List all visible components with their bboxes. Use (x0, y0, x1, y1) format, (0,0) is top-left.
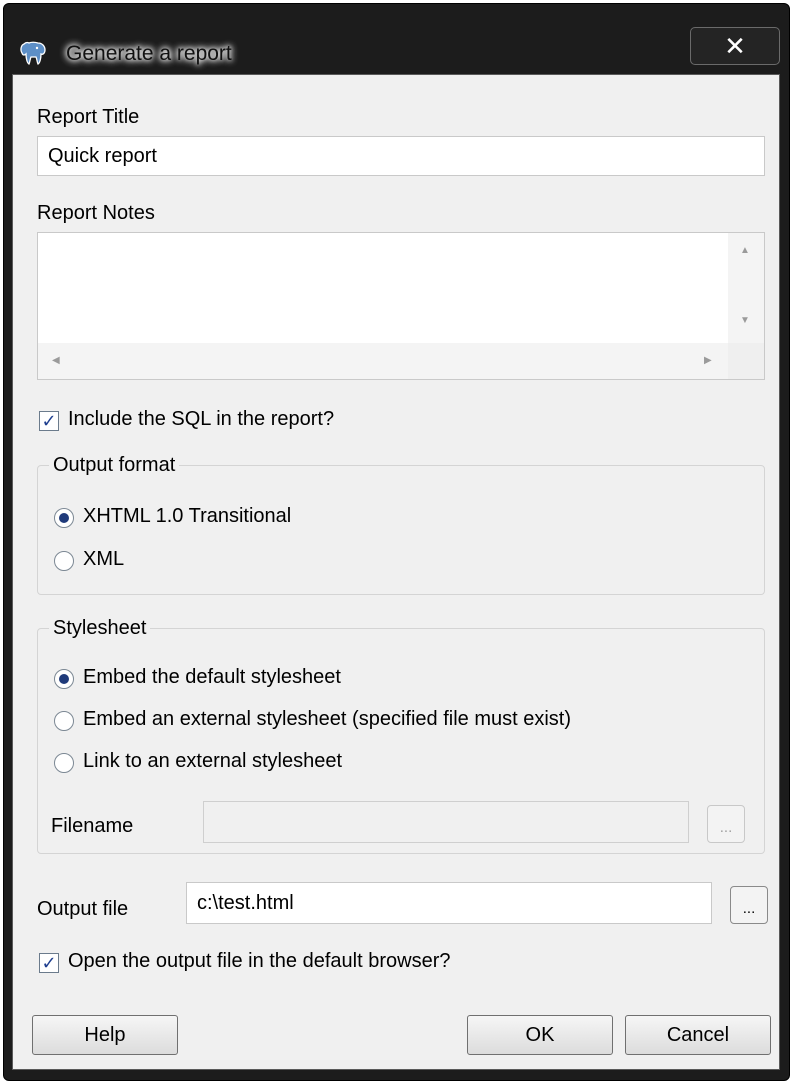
scroll-down-icon[interactable]: ▼ (740, 315, 750, 326)
xml-option-label[interactable]: XML (83, 548, 124, 571)
stylesheet-legend: Stylesheet (49, 617, 151, 640)
report-title-input[interactable]: Quick report (37, 136, 765, 176)
filename-label: Filename (51, 815, 134, 837)
output-file-input[interactable]: c:\test.html (186, 882, 712, 924)
filename-browse-button[interactable]: ... (707, 805, 745, 843)
open-browser-checkbox[interactable]: ✓ (39, 953, 59, 973)
xml-radio[interactable] (54, 551, 74, 571)
scrollbar-corner (728, 343, 764, 379)
embed-default-radio[interactable] (54, 669, 74, 689)
embed-default-label[interactable]: Embed the default stylesheet (83, 666, 341, 689)
help-button[interactable]: Help (32, 1015, 178, 1055)
horizontal-scrollbar[interactable]: ◀ ▶ (38, 343, 728, 379)
scroll-up-icon[interactable]: ▲ (740, 245, 750, 256)
window-title: Generate a report (66, 42, 232, 65)
output-format-group (37, 465, 765, 595)
scroll-right-icon[interactable]: ▶ (704, 355, 712, 366)
vertical-scrollbar[interactable]: ▲ ▼ (728, 233, 764, 343)
embed-external-label[interactable]: Embed an external stylesheet (specified … (83, 708, 571, 731)
xhtml-option-label[interactable]: XHTML 1.0 Transitional (83, 505, 291, 528)
link-external-label[interactable]: Link to an external stylesheet (83, 750, 342, 773)
close-button[interactable]: ✕ (690, 27, 780, 65)
report-notes-textarea[interactable]: ▲ ▼ ◀ ▶ (37, 232, 765, 380)
filename-input[interactable] (203, 801, 689, 843)
scroll-left-icon[interactable]: ◀ (52, 355, 60, 366)
output-file-label: Output file (37, 898, 129, 920)
open-browser-label[interactable]: Open the output file in the default brow… (68, 950, 450, 973)
link-external-radio[interactable] (54, 753, 74, 773)
xhtml-radio[interactable] (54, 508, 74, 528)
report-title-label: Report Title (37, 106, 140, 128)
output-format-legend: Output format (49, 454, 180, 477)
elephant-icon (20, 41, 46, 65)
cancel-button[interactable]: Cancel (625, 1015, 771, 1055)
include-sql-label[interactable]: Include the SQL in the report? (68, 408, 334, 431)
report-notes-label: Report Notes (37, 202, 155, 224)
embed-external-radio[interactable] (54, 711, 74, 731)
dialog-body: Report Title Quick report Report Notes ▲… (12, 74, 780, 1070)
output-file-browse-button[interactable]: ... (730, 886, 768, 924)
ok-button[interactable]: OK (467, 1015, 613, 1055)
include-sql-checkbox[interactable]: ✓ (39, 411, 59, 431)
